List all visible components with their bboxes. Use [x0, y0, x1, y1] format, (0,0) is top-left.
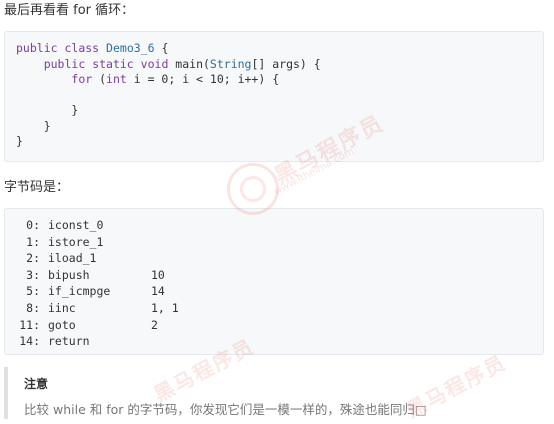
bytecode-opcode: return [48, 334, 90, 349]
code-line-3: for (int i = 0; i < 10; i++) { [71, 72, 280, 86]
bytecode-offset: 3: [26, 267, 40, 282]
bytecode-opcode: if_icmpge [48, 284, 111, 299]
bytecode-argument [148, 218, 151, 235]
bytecode-argument: 10 [151, 267, 165, 282]
bytecode-opcode: iinc [48, 300, 76, 315]
bytecode-row: 8: iinc 1, 1 [18, 301, 543, 318]
bytecode-block: 0: iconst_0 1: istore_1 2: iload_1 3: bipush 10 5… [4, 208, 544, 355]
note-title: 注意 [24, 377, 49, 391]
code-line-5: } [16, 103, 79, 117]
bytecode-row: 3: bipush 10 [18, 268, 543, 285]
bytecode-row: 0: iconst_0 [18, 218, 543, 235]
bytecode-opcode: goto [48, 317, 76, 332]
bytecode-offset: 1: [26, 234, 40, 249]
bytecode-argument [148, 334, 151, 351]
bytecode-opcode: iconst_0 [48, 218, 104, 232]
bytecode-row: 11: goto 2 [18, 318, 543, 335]
section-heading-for-loop: 最后再看看 for 循环： [4, 3, 135, 18]
bytecode-row: 2: iload_1 [18, 251, 543, 268]
bytecode-argument: 14 [151, 284, 165, 299]
code-line-2: public static void main(String[] args) { [43, 56, 321, 71]
bytecode-offset: 11: [19, 317, 40, 332]
watermark-logo-icon [227, 163, 279, 215]
bytecode-opcode: iload_1 [48, 251, 97, 266]
bytecode-opcode: istore_1 [48, 234, 104, 249]
section-heading-bytecode: 字节码是： [4, 180, 70, 195]
bytecode-offset: 2: [26, 251, 40, 266]
bytecode-argument [148, 251, 151, 268]
code-line-6: } [16, 118, 51, 133]
bytecode-row: 1: istore_1 [18, 235, 543, 252]
bytecode-argument [148, 235, 151, 252]
code-line-1: public class Demo3_6 { [16, 41, 169, 55]
java-code-block: public class Demo3_6 { public static voi… [4, 31, 544, 162]
bytecode-row: 14: return [18, 334, 543, 351]
bytecode-argument: 2 [151, 317, 158, 332]
bytecode-argument: 1, 1 [151, 300, 179, 315]
bytecode-row: 5: if_icmpge 14 [18, 284, 543, 301]
bytecode-opcode: bipush [48, 267, 90, 282]
bytecode-offset: 5: [26, 284, 40, 299]
note-text: 比较 while 和 for 的字节码，你发现它们是一模一样的，殊途也能同归□ [24, 402, 427, 417]
bytecode-offset: 0: [26, 218, 40, 232]
bytecode-offset: 8: [26, 300, 40, 315]
code-line-7: } [16, 134, 23, 148]
bytecode-offset: 14: [19, 334, 40, 349]
